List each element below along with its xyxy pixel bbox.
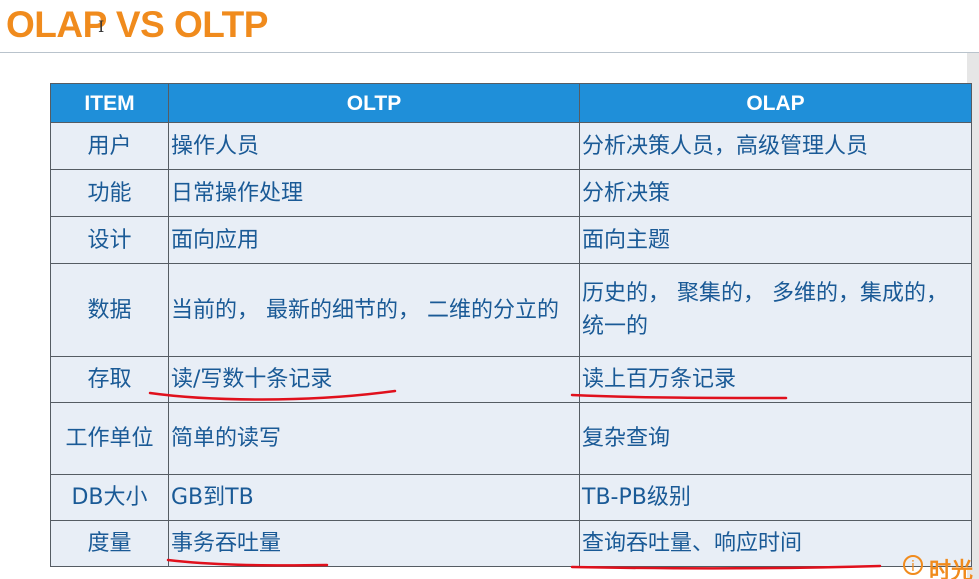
title-bar: OLAP VS OLTP I — [0, 0, 979, 53]
oltp-cell: 日常操作处理 — [168, 169, 580, 217]
header-oltp: OLTP — [168, 83, 580, 123]
row-item-label: 数据 — [50, 263, 169, 357]
oltp-cell: 读/写数十条记录 — [168, 356, 580, 403]
comparison-table: ITEM OLTP OLAP 用户 操作人员 分析决策人员，高级管理人员 功能 … — [50, 83, 972, 567]
oltp-cell: GB到TB — [168, 474, 580, 521]
table-row-access: 存取 读/写数十条记录 读上百万条记录 — [50, 356, 972, 403]
olap-cell: 历史的， 聚集的， 多维的，集成的， 统一的 — [579, 263, 972, 357]
row-item-label: 存取 — [50, 356, 169, 403]
table-row-metric: 度量 事务吞吐量 查询吞吐量、响应时间 — [50, 520, 972, 567]
table-row-design: 设计 面向应用 面向主题 — [50, 216, 972, 264]
row-item-label: 用户 — [50, 122, 169, 170]
table-row-work-unit: 工作单位 简单的读写 复杂查询 — [50, 402, 972, 475]
logo-text: 时光 — [929, 559, 974, 579]
row-item-label: 工作单位 — [50, 402, 169, 475]
table-row-user: 用户 操作人员 分析决策人员，高级管理人员 — [50, 122, 972, 170]
row-item-label: 设计 — [50, 216, 169, 264]
olap-cell: 读上百万条记录 — [579, 356, 972, 403]
olap-cell: 分析决策人员，高级管理人员 — [579, 122, 972, 170]
row-item-label: 功能 — [50, 169, 169, 217]
olap-cell: 分析决策 — [579, 169, 972, 217]
table-row-function: 功能 日常操作处理 分析决策 — [50, 169, 972, 217]
olap-cell: 复杂查询 — [579, 402, 972, 475]
header-item: ITEM — [50, 83, 169, 123]
text-cursor-icon: I — [98, 17, 105, 36]
oltp-cell: 事务吞吐量 — [168, 520, 580, 567]
clock-logo-icon: i — [903, 555, 923, 575]
table-header-row: ITEM OLTP OLAP — [50, 83, 972, 123]
oltp-cell: 当前的， 最新的细节的， 二维的分立的 — [168, 263, 580, 357]
olap-cell: TB-PB级别 — [579, 474, 972, 521]
olap-cell: 面向主题 — [579, 216, 972, 264]
oltp-cell: 简单的读写 — [168, 402, 580, 475]
row-item-label: DB大小 — [50, 474, 169, 521]
table-row-db-size: DB大小 GB到TB TB-PB级别 — [50, 474, 972, 521]
table-row-data: 数据 当前的， 最新的细节的， 二维的分立的 历史的， 聚集的， 多维的，集成的… — [50, 263, 972, 357]
oltp-cell: 操作人员 — [168, 122, 580, 170]
watermark-logo: i 时光 — [903, 553, 979, 579]
slide-title: OLAP VS OLTP — [6, 4, 268, 45]
row-item-label: 度量 — [50, 520, 169, 567]
header-olap: OLAP — [579, 83, 972, 123]
oltp-cell: 面向应用 — [168, 216, 580, 264]
